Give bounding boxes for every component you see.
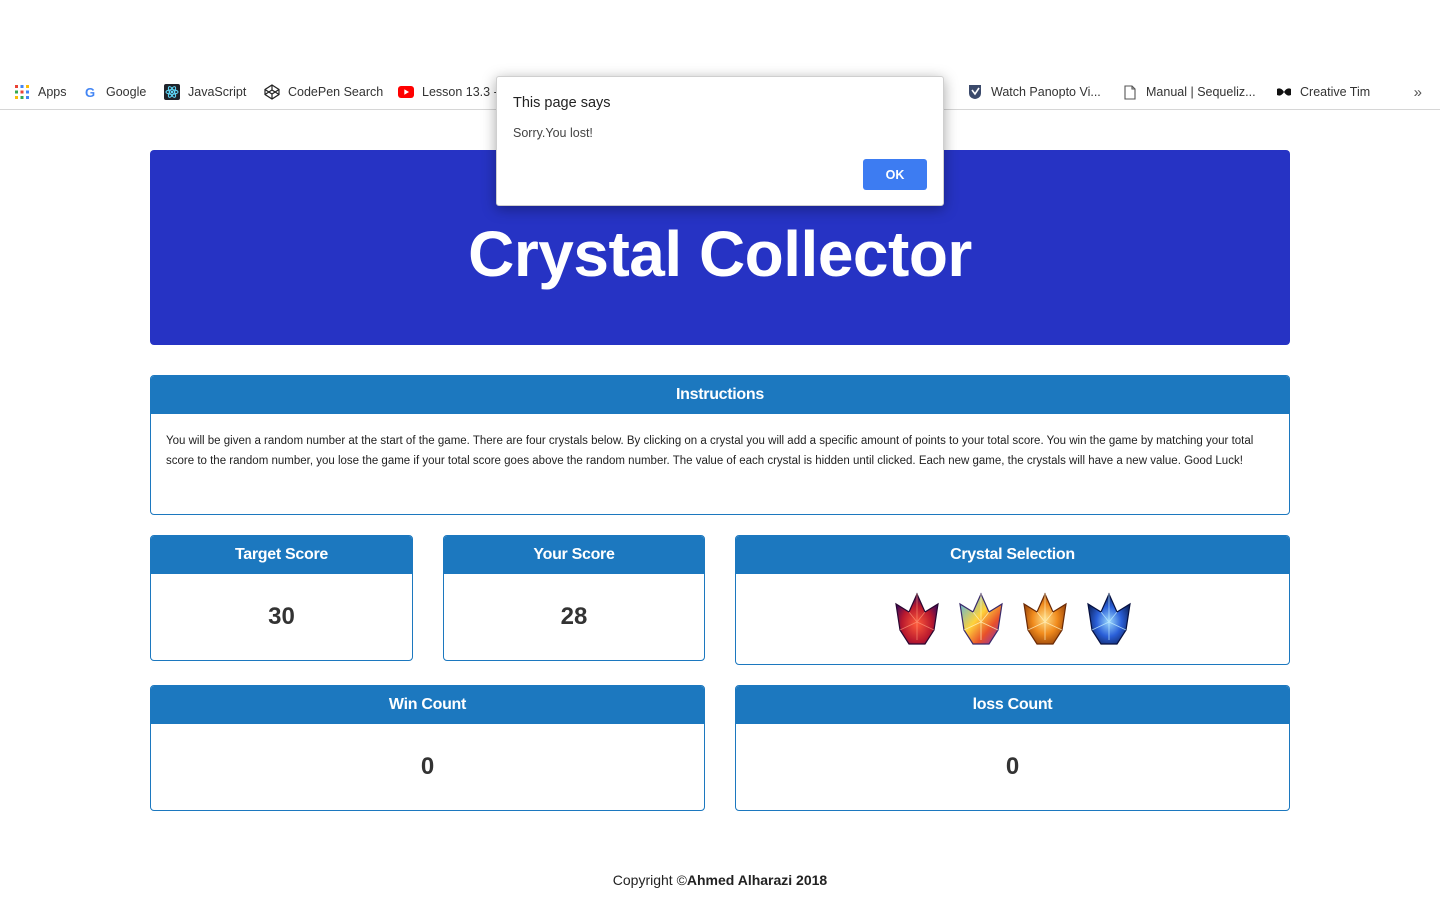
bookmarks-overflow-button[interactable]: » <box>1414 74 1422 110</box>
loss-count-title: loss Count <box>736 686 1289 724</box>
bookmark-panopto[interactable]: Watch Panopto Vi... <box>967 74 1101 110</box>
orange-crystal-icon[interactable] <box>1020 590 1070 650</box>
bookmark-javascript[interactable]: JavaScript <box>164 74 246 110</box>
dialog-title: This page says <box>513 95 611 111</box>
blue-crystal-icon[interactable] <box>1084 590 1134 650</box>
bookmark-label: JavaScript <box>188 85 247 99</box>
loss-count-panel: loss Count 0 <box>735 685 1290 811</box>
win-count-title: Win Count <box>151 686 704 724</box>
crystal-selection-title: Crystal Selection <box>736 536 1289 574</box>
target-score-panel: Target Score 30 <box>150 535 413 661</box>
creative-tim-icon <box>1276 84 1292 100</box>
red-crystal-icon[interactable] <box>892 590 942 650</box>
instructions-title: Instructions <box>151 376 1289 414</box>
target-score-value: 30 <box>268 603 295 630</box>
alert-dialog: This page says Sorry.You lost! OK <box>496 76 944 206</box>
bookmark-creative-tim[interactable]: Creative Tim <box>1276 74 1370 110</box>
win-count-value: 0 <box>420 753 435 780</box>
bookmark-label: Lesson 13.3 - <box>422 85 498 99</box>
bookmark-sequelize[interactable]: Manual | Sequeliz... <box>1122 74 1256 110</box>
bookmark-label: Creative Tim <box>1300 85 1371 99</box>
footer-prefix: Copyright © <box>612 872 687 888</box>
footer: Copyright ©Ahmed Alharazi 2018 <box>0 872 1440 888</box>
bookmark-label: Google <box>106 85 147 99</box>
your-score-title: Your Score <box>444 536 704 574</box>
target-score-title: Target Score <box>151 536 412 574</box>
document-icon <box>1122 84 1138 100</box>
ok-button[interactable]: OK <box>863 159 927 190</box>
bookmark-google[interactable]: G Google <box>82 74 146 110</box>
bookmark-label: Watch Panopto Vi... <box>991 85 1101 99</box>
win-count-panel: Win Count 0 <box>150 685 705 811</box>
bookmark-codepen[interactable]: CodePen Search <box>264 74 383 110</box>
apps-grid-icon <box>14 84 30 100</box>
rainbow-crystal-icon[interactable] <box>956 590 1006 650</box>
bookmark-label: Manual | Sequeliz... <box>1146 85 1256 99</box>
crystal-selection-panel: Crystal Selection <box>735 535 1290 665</box>
react-icon <box>164 84 180 100</box>
dialog-message: Sorry.You lost! <box>513 126 593 140</box>
loss-count-value: 0 <box>1005 753 1020 780</box>
crystal-list <box>892 590 1134 650</box>
google-icon: G <box>84 84 96 100</box>
codepen-icon <box>264 84 280 100</box>
instructions-panel: Instructions You will be given a random … <box>150 375 1290 515</box>
bookmark-lesson[interactable]: Lesson 13.3 - <box>398 74 498 110</box>
panopto-icon <box>967 84 983 100</box>
footer-author: Ahmed Alharazi 2018 <box>686 872 828 888</box>
bookmark-apps[interactable]: Apps <box>14 74 67 110</box>
your-score-panel: Your Score 28 <box>443 535 705 661</box>
your-score-value: 28 <box>560 603 588 630</box>
instructions-text: You will be given a random number at the… <box>166 435 1254 467</box>
page-title: Crystal Collector <box>468 217 972 290</box>
youtube-icon <box>398 84 414 100</box>
browser-top-area <box>0 0 1440 74</box>
bookmark-label: CodePen Search <box>288 85 384 99</box>
bookmark-label: Apps <box>38 85 67 99</box>
